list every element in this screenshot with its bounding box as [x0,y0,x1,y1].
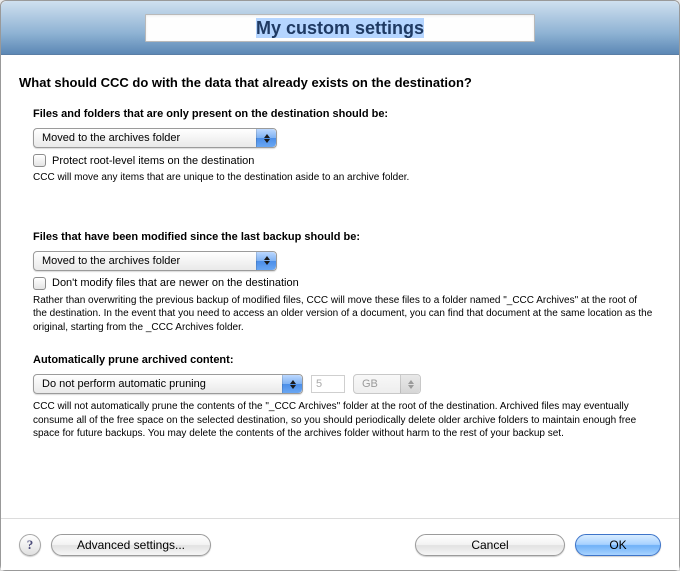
help-button[interactable]: ? [19,534,41,556]
section2-description: Rather than overwriting the previous bac… [33,294,653,335]
prune-size-input[interactable]: 5 [311,375,345,393]
title-input[interactable]: My custom settings [145,14,535,42]
footer: ? Advanced settings... Cancel OK [1,518,679,570]
prune-unit-value: GB [362,378,378,390]
section2-label: Files that have been modified since the … [33,231,661,243]
section1-label: Files and folders that are only present … [33,108,661,120]
prune-select-value: Do not perform automatic pruning [42,378,206,390]
content-area: What should CCC do with the data that al… [1,55,679,518]
main-heading: What should CCC do with the data that al… [19,75,661,90]
dont-modify-newer-checkbox[interactable] [33,277,46,290]
section3-label: Automatically prune archived content: [33,354,661,366]
modified-files-select[interactable]: Moved to the archives folder [33,251,277,271]
dont-modify-newer-label: Don't modify files that are newer on the… [52,277,299,289]
settings-dialog: My custom settings What should CCC do wi… [0,0,680,571]
prune-unit-select: GB [353,374,421,394]
ok-button[interactable]: OK [575,534,661,556]
dropdown-arrows-icon [256,129,276,147]
cancel-button[interactable]: Cancel [415,534,565,556]
section3-description: CCC will not automatically prune the con… [33,400,653,441]
dropdown-arrows-icon [256,252,276,270]
section1-description: CCC will move any items that are unique … [33,171,653,185]
dropdown-arrows-icon [400,375,420,393]
prune-select[interactable]: Do not perform automatic pruning [33,374,303,394]
unique-files-select-value: Moved to the archives folder [42,132,180,144]
titlebar: My custom settings [1,1,679,55]
dropdown-arrows-icon [282,375,302,393]
modified-files-select-value: Moved to the archives folder [42,255,180,267]
protect-root-label: Protect root-level items on the destinat… [52,155,254,167]
advanced-settings-button[interactable]: Advanced settings... [51,534,211,556]
protect-root-checkbox[interactable] [33,154,46,167]
unique-files-select[interactable]: Moved to the archives folder [33,128,277,148]
